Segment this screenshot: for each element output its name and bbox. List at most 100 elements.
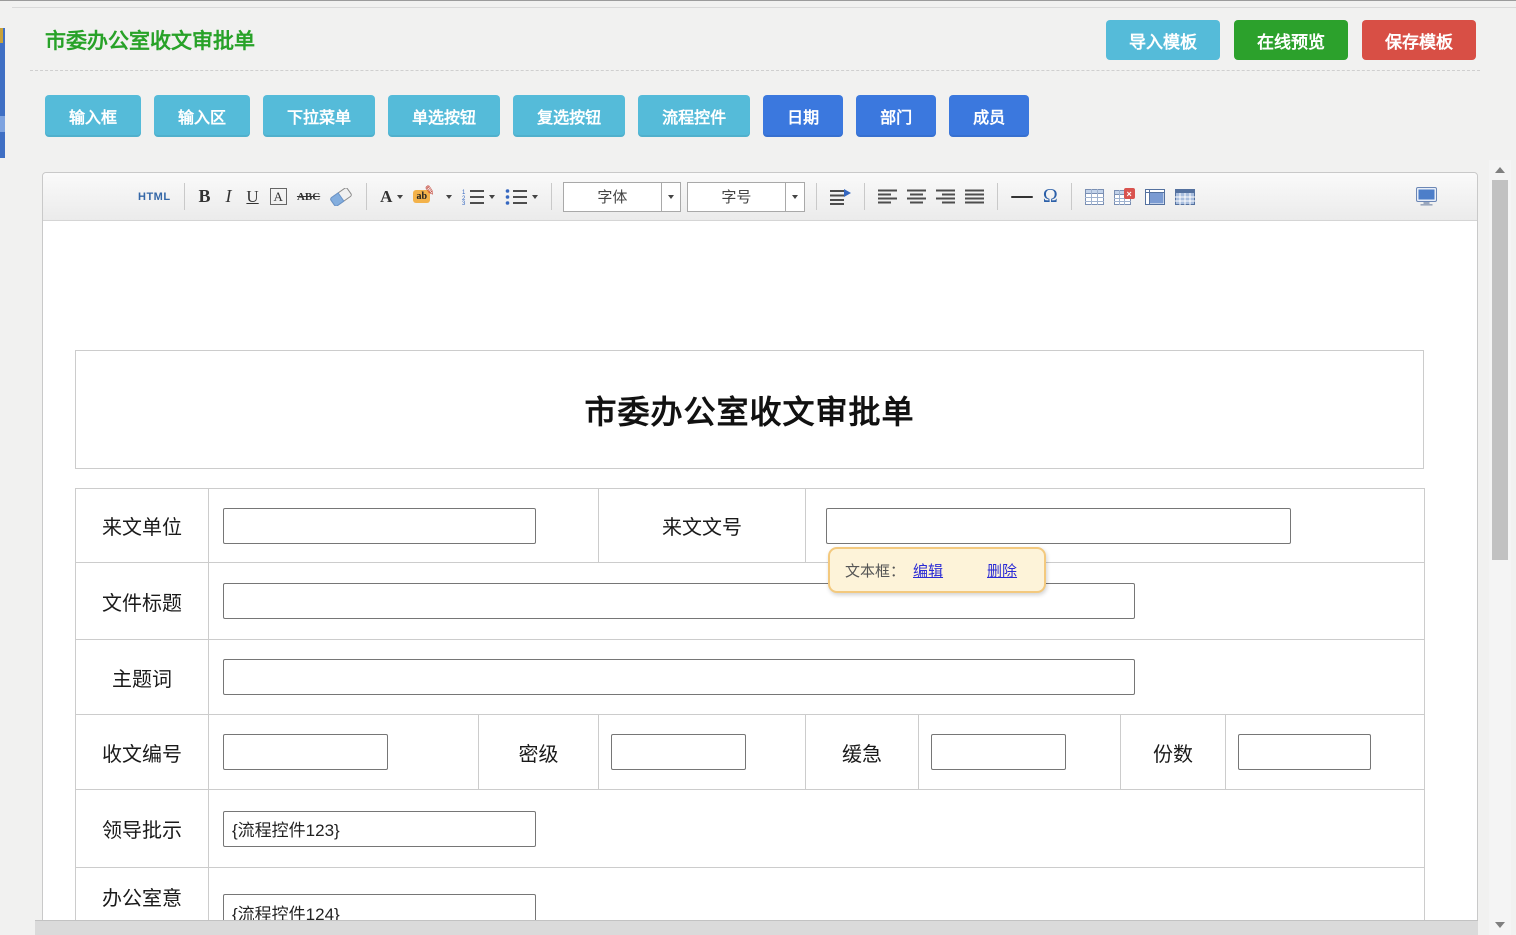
field-label: 份数 xyxy=(1121,715,1226,790)
import-template-button[interactable]: 导入模板 xyxy=(1106,20,1220,60)
insert-table-button[interactable] xyxy=(1080,180,1109,214)
save-template-button[interactable]: 保存模板 xyxy=(1362,20,1476,60)
font-color-button[interactable]: A xyxy=(375,180,408,214)
align-justify-button[interactable] xyxy=(960,180,989,214)
incoming-docno-input[interactable] xyxy=(826,508,1291,544)
table-cell xyxy=(1226,715,1425,790)
special-character-button[interactable]: Ω xyxy=(1038,180,1063,214)
source-code-button[interactable]: HTML xyxy=(133,180,176,214)
left-edge-strip-mark xyxy=(0,28,3,43)
widget-department-button[interactable]: 部门 xyxy=(856,95,936,137)
scroll-down-arrow[interactable] xyxy=(1489,917,1511,933)
html-icon: HTML xyxy=(138,191,171,203)
field-label: 密级 xyxy=(479,715,599,790)
rich-text-editor: HTML B I U A ABC A ab ✎ xyxy=(42,172,1478,935)
bordered-a-icon: A xyxy=(270,188,287,205)
font-size-select[interactable]: 字号 xyxy=(687,182,805,212)
incoming-unit-input[interactable] xyxy=(223,508,536,544)
table-cell xyxy=(209,489,599,563)
font-family-label: 字体 xyxy=(564,183,661,211)
table-row: 领导批示 xyxy=(76,790,1425,868)
editor-toolbar: HTML B I U A ABC A ab ✎ xyxy=(43,173,1477,221)
urgency-input[interactable] xyxy=(931,734,1066,770)
form-title-box: 市委办公室收文审批单 xyxy=(75,350,1424,469)
table-grid-button[interactable] xyxy=(1170,180,1200,214)
toolbar-separator xyxy=(864,183,865,210)
delete-table-icon: × xyxy=(1114,188,1135,205)
top-border-line xyxy=(0,0,1516,1)
tooltip-label: 文本框： xyxy=(845,560,905,581)
font-family-select[interactable]: 字体 xyxy=(563,182,681,212)
paragraph-format-button[interactable] xyxy=(825,180,856,214)
paragraph-format-icon xyxy=(830,189,851,205)
toolbar-separator xyxy=(551,183,552,210)
widget-radio-button[interactable]: 单选按钮 xyxy=(388,95,500,137)
fullscreen-button[interactable] xyxy=(1410,180,1443,214)
widget-input-box-button[interactable]: 输入框 xyxy=(45,95,141,137)
horizontal-scrollbar[interactable] xyxy=(35,920,1478,935)
widget-flow-control-button[interactable]: 流程控件 xyxy=(638,95,750,137)
horizontal-rule-button[interactable] xyxy=(1006,180,1038,214)
strikethrough-button[interactable]: ABC xyxy=(292,180,325,214)
delete-link[interactable]: 删除 xyxy=(987,560,1017,581)
widget-member-button[interactable]: 成员 xyxy=(949,95,1029,137)
highlight-color-button[interactable]: ab ✎ xyxy=(408,180,456,214)
table-cell-button[interactable] xyxy=(1140,180,1170,214)
italic-icon: I xyxy=(226,186,232,207)
left-edge-strip-mark-2 xyxy=(0,116,5,132)
align-left-icon xyxy=(878,189,897,204)
page: 市委办公室收文审批单 导入模板 在线预览 保存模板 输入框 输入区 下拉菜单 单… xyxy=(0,0,1516,935)
align-justify-icon xyxy=(965,189,984,204)
vertical-scrollbar[interactable] xyxy=(1489,160,1511,935)
align-right-button[interactable] xyxy=(931,180,960,214)
secrecy-level-input[interactable] xyxy=(611,734,746,770)
ordered-list-button[interactable]: 1 2 3 xyxy=(457,180,500,214)
leader-remarks-input[interactable] xyxy=(223,811,536,847)
scroll-up-arrow[interactable] xyxy=(1489,162,1511,178)
field-label: 领导批示 xyxy=(76,790,209,868)
table-row: 来文单位 来文文号 xyxy=(76,489,1425,563)
align-center-button[interactable] xyxy=(902,180,931,214)
chevron-down-icon xyxy=(397,195,403,199)
scrollbar-thumb[interactable] xyxy=(1492,180,1508,560)
copies-input[interactable] xyxy=(1238,734,1371,770)
table-cell xyxy=(209,563,1425,640)
left-edge-strip xyxy=(0,28,5,158)
align-left-button[interactable] xyxy=(873,180,902,214)
bordered-a-button[interactable]: A xyxy=(265,180,292,214)
delete-table-button[interactable]: × xyxy=(1109,180,1140,214)
widget-dropdown-button[interactable]: 下拉菜单 xyxy=(263,95,375,137)
chevron-down-icon xyxy=(661,183,680,211)
strikethrough-icon: ABC xyxy=(297,191,320,203)
form-title: 市委办公室收文审批单 xyxy=(584,387,914,433)
online-preview-button[interactable]: 在线预览 xyxy=(1234,20,1348,60)
eraser-icon xyxy=(330,188,353,206)
bold-button[interactable]: B xyxy=(193,180,217,214)
widget-checkbox-button[interactable]: 复选按钮 xyxy=(513,95,625,137)
toolbar-separator xyxy=(184,183,185,210)
toolbar-separator xyxy=(1071,183,1072,210)
table-cell xyxy=(919,715,1121,790)
unordered-list-button[interactable] xyxy=(500,180,543,214)
field-label: 缓急 xyxy=(806,715,919,790)
toolbar-separator xyxy=(816,183,817,210)
bold-icon: B xyxy=(199,186,211,207)
edit-link[interactable]: 编辑 xyxy=(913,560,943,581)
toolbar-separator xyxy=(366,183,367,210)
underline-button[interactable]: U xyxy=(241,180,265,214)
field-label: 文件标题 xyxy=(76,563,209,640)
subject-words-input[interactable] xyxy=(223,659,1135,695)
table-row: 文件标题 xyxy=(76,563,1425,640)
italic-button[interactable]: I xyxy=(217,180,241,214)
office-opinion-input[interactable] xyxy=(223,894,536,921)
receipt-number-input[interactable] xyxy=(223,734,388,770)
table-cell-icon xyxy=(1145,189,1165,205)
header: 市委办公室收文审批单 导入模板 在线预览 保存模板 xyxy=(30,2,1480,71)
widget-toolbar: 输入框 输入区 下拉菜单 单选按钮 复选按钮 流程控件 日期 部门 成员 xyxy=(45,95,1029,137)
eraser-button[interactable] xyxy=(325,180,358,214)
triangle-down-icon xyxy=(1495,922,1505,928)
editor-canvas[interactable]: 市委办公室收文审批单 来文单位 来文文号 xyxy=(43,221,1477,921)
widget-textarea-button[interactable]: 输入区 xyxy=(154,95,250,137)
fullscreen-monitor-icon xyxy=(1415,187,1438,206)
widget-date-button[interactable]: 日期 xyxy=(763,95,843,137)
